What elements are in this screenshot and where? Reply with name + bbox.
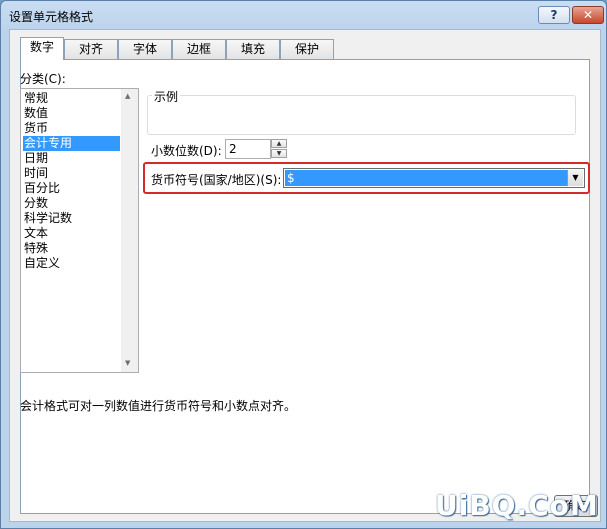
dialog-title: 设置单元格格式 (9, 10, 94, 24)
tab-fill[interactable]: 填充 (226, 39, 280, 59)
sample-legend: 示例 (152, 88, 181, 105)
dialog-client: 数字 对齐 字体 边框 填充 保护 分类(C): 常规 数值 货币 会计专用 日… (9, 29, 601, 522)
close-button[interactable]: ✕ (572, 6, 604, 24)
list-item[interactable]: 自定义 (23, 256, 120, 271)
decimal-places-spinner: ▲ ▼ (271, 139, 288, 159)
decimal-places-input[interactable]: 2 (225, 139, 271, 159)
currency-symbol-select[interactable]: $ ▼ (283, 168, 585, 188)
list-item[interactable]: 科学记数 (23, 211, 120, 226)
scroll-down-icon[interactable]: ▼ (125, 359, 130, 367)
list-item[interactable]: 常规 (23, 91, 120, 106)
list-item[interactable]: 文本 (23, 226, 120, 241)
list-item-selected[interactable]: 会计专用 (23, 136, 120, 151)
tab-alignment[interactable]: 对齐 (64, 39, 118, 59)
spin-up-icon[interactable]: ▲ (271, 139, 287, 148)
decimal-places-label: 小数位数(D): (151, 144, 222, 158)
list-item[interactable]: 分数 (23, 196, 120, 211)
format-description: 会计格式可对一列数值进行货币符号和小数点对齐。 (20, 399, 297, 413)
list-item[interactable]: 数值 (23, 106, 120, 121)
list-item[interactable]: 货币 (23, 121, 120, 136)
sample-group: 示例 (147, 88, 576, 135)
title-bar[interactable]: 设置单元格格式 ? ✕ (1, 1, 606, 29)
chevron-down-icon[interactable]: ▼ (567, 170, 583, 186)
list-item[interactable]: 时间 (23, 166, 120, 181)
spin-down-icon[interactable]: ▼ (271, 149, 287, 158)
category-label-text: 分类(C): (20, 72, 66, 86)
tab-border[interactable]: 边框 (172, 39, 226, 59)
category-list[interactable]: 常规 数值 货币 会计专用 日期 时间 百分比 分数 科学记数 文本 特殊 自定… (20, 88, 139, 373)
help-button[interactable]: ? (538, 6, 570, 24)
list-item[interactable]: 百分比 (23, 181, 120, 196)
currency-symbol-label: 货币符号(国家/地区)(S): (151, 173, 282, 187)
tab-font[interactable]: 字体 (118, 39, 172, 59)
category-scrollbar[interactable]: ▲ ▼ (121, 89, 138, 372)
tab-number[interactable]: 数字 (20, 37, 64, 60)
format-cells-dialog: 设置单元格格式 ? ✕ 数字 对齐 字体 边框 填充 保护 分类(C): 常规 … (0, 0, 607, 529)
list-item[interactable]: 日期 (23, 151, 120, 166)
scroll-up-icon[interactable]: ▲ (125, 92, 130, 100)
tab-protection[interactable]: 保护 (280, 39, 334, 59)
watermark-logo: UiBQ.CoM (435, 489, 599, 522)
list-item[interactable]: 特殊 (23, 241, 120, 256)
currency-symbol-value: $ (285, 170, 567, 186)
